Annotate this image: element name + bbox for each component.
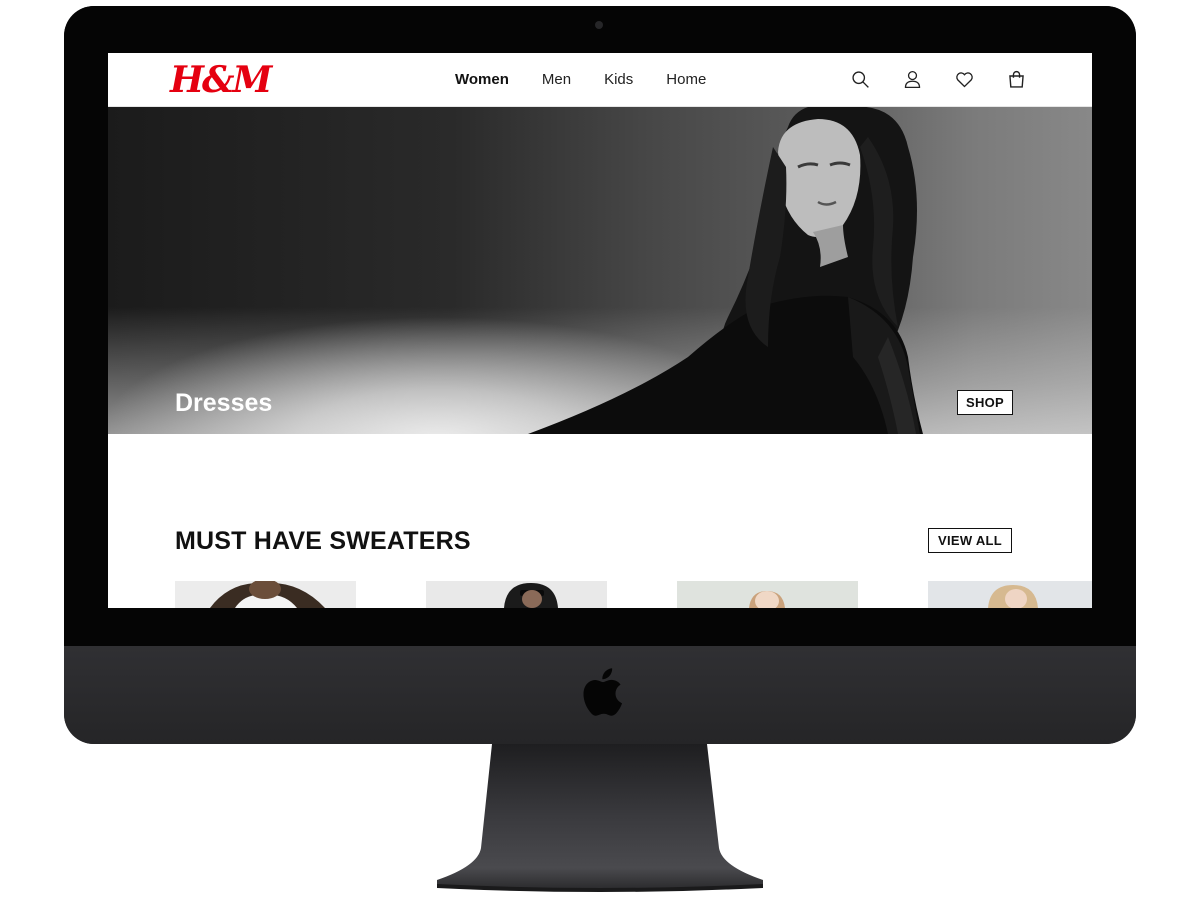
top-navbar: H&M Women Men Kids Home xyxy=(108,53,1092,107)
product-card[interactable] xyxy=(175,581,356,608)
search-icon[interactable] xyxy=(850,69,871,90)
product-card[interactable] xyxy=(928,581,1092,608)
product-card[interactable] xyxy=(426,581,607,608)
shopping-bag-icon[interactable] xyxy=(1006,69,1027,90)
nav-link-kids[interactable]: Kids xyxy=(604,70,633,90)
website-screen: H&M Women Men Kids Home Dresses SHOP MUS… xyxy=(108,53,1092,608)
main-navigation: Women Men Kids Home xyxy=(455,70,706,90)
account-icon[interactable] xyxy=(902,69,923,90)
product-image xyxy=(677,581,858,608)
hero-banner[interactable]: Dresses SHOP xyxy=(108,107,1092,434)
camera xyxy=(595,21,603,29)
nav-link-home[interactable]: Home xyxy=(666,70,706,90)
favorites-icon[interactable] xyxy=(954,69,975,90)
section-title: MUST HAVE SWEATERS xyxy=(175,527,471,555)
brand-logo[interactable]: H&M xyxy=(170,58,272,102)
product-image xyxy=(175,581,356,608)
product-image xyxy=(928,581,1092,608)
shop-button[interactable]: SHOP xyxy=(957,390,1013,415)
hero-title: Dresses xyxy=(175,389,273,417)
nav-link-women[interactable]: Women xyxy=(455,70,509,90)
apple-logo-icon xyxy=(583,668,623,716)
nav-link-men[interactable]: Men xyxy=(542,70,571,90)
product-card[interactable] xyxy=(677,581,858,608)
view-all-button[interactable]: VIEW ALL xyxy=(928,528,1012,553)
product-image xyxy=(426,581,607,608)
hero-model-image xyxy=(528,107,923,434)
nav-icon-group xyxy=(850,69,1027,90)
product-row xyxy=(175,581,1092,608)
